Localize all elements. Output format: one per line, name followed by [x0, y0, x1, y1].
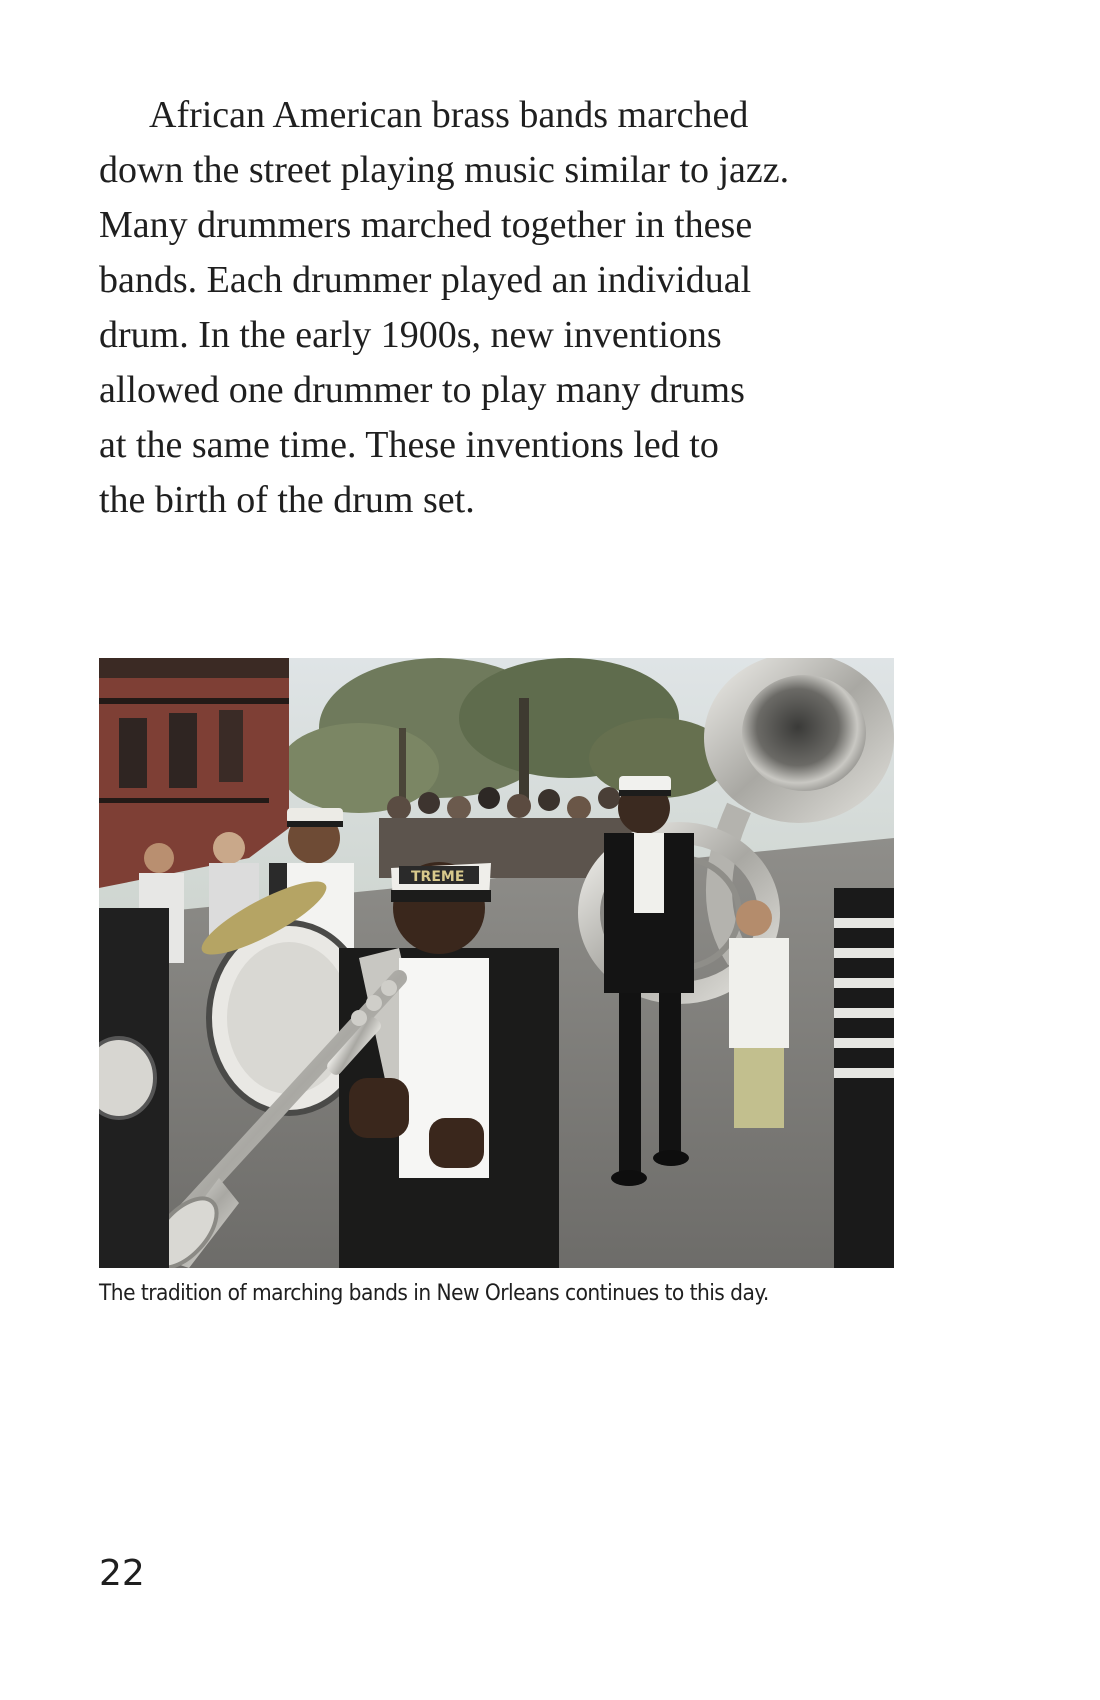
photo-caption: The tradition of marching bands in New O… [99, 1281, 769, 1306]
paragraph-line: down the street playing music similar to… [99, 149, 790, 191]
paragraph-line: Many drummers marched together in these [99, 204, 753, 246]
paragraph-line: African American brass bands marched [149, 94, 749, 136]
bystander-right [834, 888, 894, 1268]
paragraph-line: allowed one drummer to play many drums [99, 369, 745, 411]
body-paragraph: African American brass bands marched dow… [99, 88, 919, 528]
paragraph-line: bands. Each drummer played an individual [99, 259, 752, 301]
page-number: 22 [99, 1553, 145, 1594]
paragraph-line: drum. In the early 1900s, new inventions [99, 314, 722, 356]
photo-illustration: TREME [99, 658, 894, 1268]
hat-band-text: TREME [411, 869, 464, 885]
paragraph-line: at the same time. These inventions led t… [99, 424, 719, 466]
bystander-left [99, 908, 169, 1268]
marching-band-photo: TREME [99, 658, 894, 1268]
paragraph-line: the birth of the drum set. [99, 479, 475, 521]
book-page: African American brass bands marched dow… [0, 0, 1100, 1700]
